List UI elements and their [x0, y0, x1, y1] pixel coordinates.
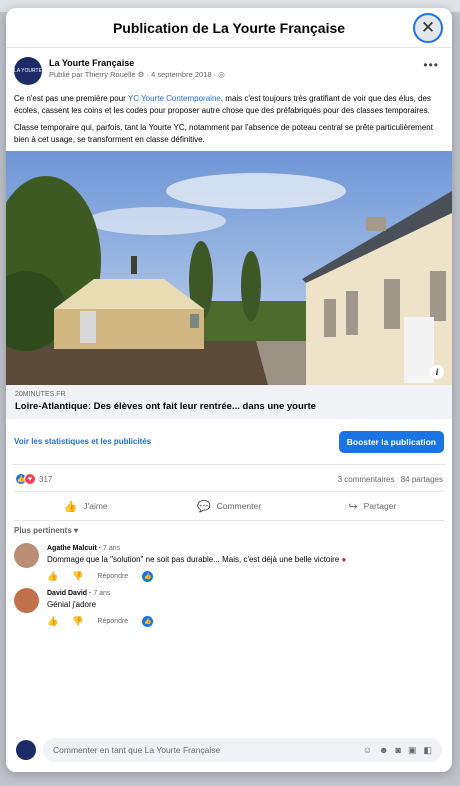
comment-author-line: Agathe Malcuit · 7 ans [47, 545, 121, 552]
post-paragraph-2: Classe temporaire qui, parfois, tant la … [14, 123, 433, 144]
link-preview[interactable]: 20MINUTES.FR Loire-Atlantique: Des élève… [6, 385, 452, 419]
composer-avatar[interactable] [16, 740, 36, 760]
dialog-title: Publication de La Yourte Française [112, 19, 346, 36]
globe-icon: ◎ [218, 70, 225, 79]
comment: David David · 7 ans Génial j'adore 👍 👎 R… [6, 585, 452, 630]
comment-body: David David · 7 ans Génial j'adore 👍 👎 R… [47, 588, 154, 627]
comment-author-line: David David · 7 ans [47, 590, 111, 597]
emoji-icon[interactable]: ☻ [379, 745, 388, 756]
comment-button[interactable]: 💬 Commenter [157, 492, 300, 520]
shares-count[interactable]: 84 partages [401, 475, 443, 484]
comments-count[interactable]: 3 commentaires [338, 475, 395, 484]
post-dialog: Publication de La Yourte Française ✕ LA … [6, 8, 452, 772]
more-options-button[interactable]: ••• [423, 58, 439, 72]
sticker-icon[interactable]: ◧ [423, 745, 432, 756]
comment-label: Commenter [216, 501, 262, 511]
insights-row: Voir les statistiques et les publicités … [12, 419, 446, 465]
settings-gear-icon: ⚙ [137, 70, 147, 79]
link-preview-image[interactable]: i [6, 151, 452, 385]
page-avatar[interactable]: LA YOURTE [14, 57, 42, 85]
comment-text: Dommage que la "solution" ne soit pas du… [47, 554, 346, 565]
comment-input-wrapper: ☺ ☻ ◙ ▣ ◧ [43, 738, 442, 762]
comment-text-content: Dommage que la "solution" ne soit pas du… [47, 555, 340, 564]
paragraph-1-start: Ce n'est pas une première pour [14, 94, 128, 103]
thumbs-down-icon[interactable]: 👎 [72, 616, 83, 627]
engagement-counts: 3 commentaires 84 partages [334, 475, 443, 484]
comment: Agathe Malcuit · 7 ans Dommage que la "s… [6, 540, 452, 585]
sort-label: Plus pertinents [14, 526, 72, 535]
like-badge-icon[interactable]: 👍 [142, 616, 154, 627]
avatar[interactable] [14, 588, 39, 613]
comment-input[interactable] [53, 745, 283, 755]
mention-link[interactable]: YC Yourte Contemporaine [128, 94, 221, 103]
boost-post-button[interactable]: Booster la publication [338, 430, 444, 453]
comment-sort-dropdown[interactable]: Plus pertinents ▾ [6, 521, 452, 540]
post-header: LA YOURTE La Yourte Française Publié par… [6, 49, 452, 85]
comment-author[interactable]: David David [47, 590, 87, 597]
post-text: Ce n'est pas une première pour YC Yourte… [6, 85, 452, 145]
published-by: Publié par Thierry Rouelle [49, 70, 136, 79]
composer-tools: ☺ ☻ ◙ ▣ ◧ [363, 745, 432, 756]
post-paragraph-1: Ce n'est pas une première pour YC Yourte… [14, 93, 444, 116]
avatar-sticker-icon[interactable]: ☺ [363, 745, 372, 756]
avatar[interactable] [14, 543, 39, 568]
post-actions: 👍 J'aime 💬 Commenter ↪ Partager [14, 491, 444, 521]
comment-text: Génial j'adore [47, 600, 97, 609]
thumbs-up-icon[interactable]: 👍 [47, 616, 58, 627]
share-label: Partager [363, 501, 397, 511]
thumbs-up-icon[interactable]: 👍 [47, 571, 58, 582]
close-button[interactable]: ✕ [413, 13, 443, 43]
speech-bubble-icon: 💬 [196, 500, 211, 513]
comment-time[interactable]: 7 ans [93, 590, 110, 597]
reaction-count: 317 [39, 474, 53, 484]
chevron-down-icon: ▾ [74, 526, 79, 535]
reactions-summary: 👍 ♥ 317 3 commentaires 84 partages [6, 465, 452, 487]
like-button[interactable]: 👍 J'aime [14, 492, 157, 520]
post-meta: La Yourte Française Publié par Thierry R… [49, 57, 225, 85]
reactions[interactable]: 👍 ♥ 317 [15, 473, 52, 485]
post-subline: Publié par Thierry Rouelle ⚙ · 4 septemb… [49, 70, 225, 79]
comment-time[interactable]: 7 ans [103, 545, 120, 552]
thumbs-down-icon[interactable]: 👎 [72, 571, 83, 582]
close-icon: ✕ [420, 18, 436, 37]
insights-link[interactable]: Voir les statistiques et les publicités [14, 437, 151, 446]
post: LA YOURTE La Yourte Française Publié par… [6, 49, 452, 630]
camera-icon[interactable]: ◙ [396, 745, 401, 756]
comment-actions: 👍 👎 Répondre 👍 [47, 616, 154, 627]
info-icon[interactable]: i [430, 365, 444, 379]
yurt-school-photo [6, 151, 452, 385]
like-label: J'aime [83, 501, 108, 511]
thumbs-up-icon: 👍 [63, 500, 78, 513]
share-arrow-icon: ↪ [348, 500, 358, 513]
love-reaction-icon: ♥ [24, 473, 36, 485]
like-badge-icon[interactable]: 👍 [142, 571, 154, 582]
share-button[interactable]: ↪ Partager [301, 492, 444, 520]
reply-button[interactable]: Répondre [97, 618, 128, 625]
avatar-logo-text: LA YOURTE [14, 68, 42, 74]
comment-body: Agathe Malcuit · 7 ans Dommage que la "s… [47, 543, 346, 582]
gif-icon[interactable]: ▣ [408, 745, 417, 756]
comment-author[interactable]: Agathe Malcuit [47, 545, 97, 552]
page-name[interactable]: La Yourte Française [49, 57, 225, 69]
comment-composer: ☺ ☻ ◙ ▣ ◧ [6, 728, 452, 772]
comment-actions: 👍 👎 Répondre 👍 [47, 571, 346, 582]
reply-button[interactable]: Répondre [97, 573, 128, 580]
post-date[interactable]: 4 septembre 2018 [151, 70, 211, 79]
heart-emoji-icon: ● [341, 555, 347, 564]
link-title: Loire-Atlantique: Des élèves ont fait le… [15, 401, 316, 412]
link-domain: 20MINUTES.FR [15, 391, 66, 398]
dialog-header: Publication de La Yourte Française ✕ [6, 8, 452, 48]
